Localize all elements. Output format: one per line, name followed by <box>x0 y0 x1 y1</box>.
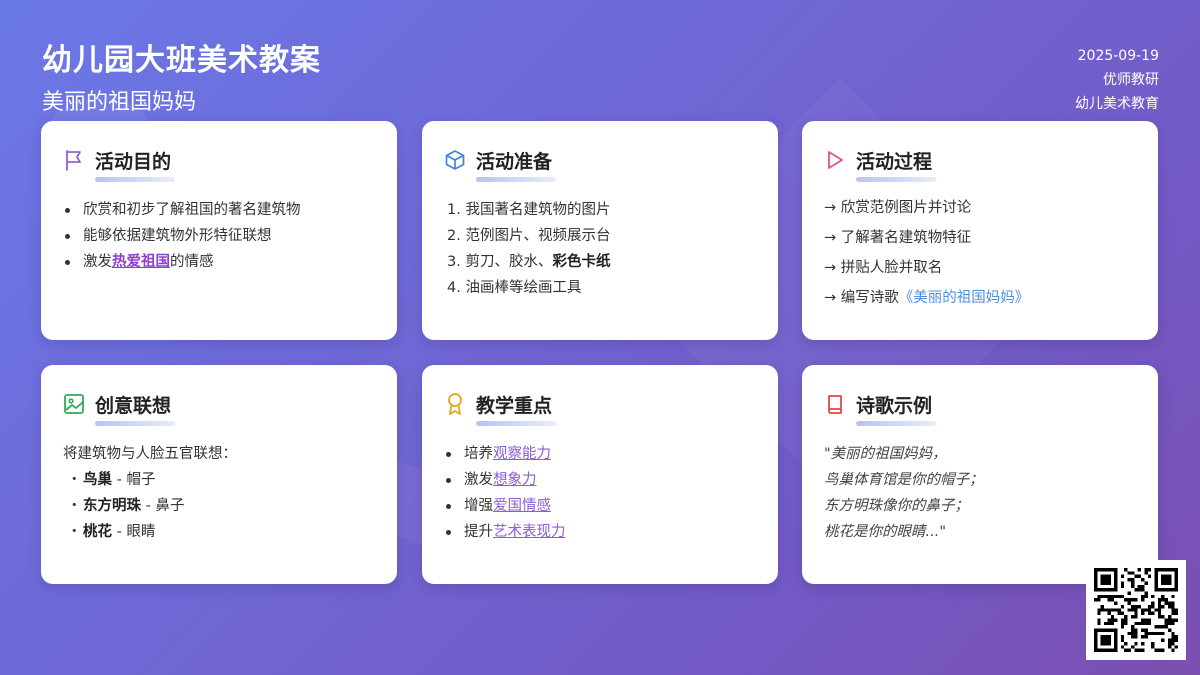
bullet: ・ <box>67 524 82 540</box>
highlight-link[interactable]: 热爱祖国 <box>112 254 170 270</box>
card-title: 活动过程 <box>856 147 937 182</box>
process-step: → 欣赏范例图片并讨论 <box>824 200 972 216</box>
play-icon <box>824 149 846 171</box>
card-process: 活动过程 → 欣赏范例图片并讨论 → 了解著名建筑物特征 → 拼贴人脸并取名 →… <box>802 121 1158 340</box>
feature-name: - 鼻子 <box>141 498 185 514</box>
text-prefix: 培养 <box>464 446 493 462</box>
highlight-link[interactable]: 艺术表现力 <box>493 524 566 540</box>
bullet: ・ <box>67 472 82 488</box>
card-focus: 教学重点 培养观察能力 激发想象力 增强爱国情感 提升艺术表现力 <box>422 365 778 584</box>
card-title: 创意联想 <box>95 391 176 426</box>
list-item: 能够依据建筑物外形特征联想 <box>63 223 375 249</box>
list-item: 2. 范例图片、视频展示台 <box>447 228 611 244</box>
card-prep: 活动准备 1. 我国著名建筑物的图片 2. 范例图片、视频展示台 3. 剪刀、胶… <box>422 121 778 340</box>
building-name: 东方明珠 <box>83 498 141 514</box>
qr-code[interactable] <box>1086 560 1186 660</box>
prep-list: 1. 我国著名建筑物的图片 2. 范例图片、视频展示台 3. 剪刀、胶水、彩色卡… <box>444 197 756 301</box>
highlight-link[interactable]: 爱国情感 <box>493 498 551 514</box>
bold-text: 彩色卡纸 <box>552 254 611 270</box>
card-goals: 活动目的 欣赏和初步了解祖国的著名建筑物 能够依据建筑物外形特征联想 激发热爱祖… <box>41 121 397 340</box>
list-item: 激发想象力 <box>444 467 756 493</box>
poem-text: "美丽的祖国妈妈， 鸟巢体育馆是你的帽子； 东方明珠像你的鼻子； 桃花是你的眼睛… <box>824 441 1136 545</box>
header: 幼儿园大班美术教案 美丽的祖国妈妈 <box>42 42 321 118</box>
process-step: → 了解著名建筑物特征 <box>824 230 972 246</box>
text-prefix: → 编写诗歌 <box>824 290 899 306</box>
list-item: 1. 我国著名建筑物的图片 <box>447 202 611 218</box>
poem-link[interactable]: 《美丽的祖国妈妈》 <box>899 290 1030 306</box>
card-header: 教学重点 <box>444 391 756 426</box>
card-header: 创意联想 <box>63 391 375 426</box>
page-subtitle: 美丽的祖国妈妈 <box>42 90 197 115</box>
flag-icon <box>63 149 85 171</box>
card-poem: 诗歌示例 "美丽的祖国妈妈， 鸟巢体育馆是你的帽子； 东方明珠像你的鼻子； 桃花… <box>802 365 1158 584</box>
card-header: 诗歌示例 <box>824 391 1136 426</box>
list-item: 4. 油画棒等绘画工具 <box>447 280 582 296</box>
list-item: ・桃花 - 眼睛 <box>63 519 375 545</box>
poem-line: "美丽的祖国妈妈， <box>824 446 947 462</box>
book-icon <box>824 393 846 415</box>
poem-line: 鸟巢体育馆是你的帽子； <box>824 472 984 488</box>
list-item: 激发热爱祖国的情感 <box>63 249 375 275</box>
list-item: ・东方明珠 - 鼻子 <box>63 493 375 519</box>
cube-icon <box>444 149 466 171</box>
poem-line: 东方明珠像你的鼻子； <box>824 498 969 514</box>
highlight-link[interactable]: 观察能力 <box>493 446 551 462</box>
text-prefix: 激发 <box>83 254 112 270</box>
card-title: 教学重点 <box>476 391 557 426</box>
date: 2025-09-19 <box>1077 48 1159 64</box>
list-item: 欣赏和初步了解祖国的著名建筑物 <box>63 197 375 223</box>
card-header: 活动准备 <box>444 147 756 182</box>
building-name: 鸟巢 <box>83 472 112 488</box>
card-title: 活动目的 <box>95 147 176 182</box>
list-item: ・鸟巢 - 帽子 <box>63 467 375 493</box>
card-header: 活动过程 <box>824 147 1136 182</box>
feature-name: - 眼睛 <box>112 524 156 540</box>
organization: 幼儿美术教育 <box>1075 96 1159 112</box>
process-step: → 编写诗歌《美丽的祖国妈妈》 <box>824 283 1136 313</box>
text-prefix: 增强 <box>464 498 493 514</box>
ideas-intro: 将建筑物与人脸五官联想： <box>63 446 237 462</box>
list-item: 3. 剪刀、胶水、彩色卡纸 <box>444 249 756 275</box>
list-item: 增强爱国情感 <box>444 493 756 519</box>
process-step: → 拼贴人脸并取名 <box>824 260 943 276</box>
author: 优师教研 <box>1103 72 1159 88</box>
text-prefix: 提升 <box>464 524 493 540</box>
qr-code-image <box>1094 568 1178 652</box>
card-ideas: 创意联想 将建筑物与人脸五官联想： ・鸟巢 - 帽子 ・东方明珠 - 鼻子 ・桃… <box>41 365 397 584</box>
text-prefix: 3. 剪刀、胶水、 <box>447 254 553 270</box>
goals-list: 欣赏和初步了解祖国的著名建筑物 能够依据建筑物外形特征联想 激发热爱祖国的情感 <box>63 197 375 275</box>
building-name: 桃花 <box>83 524 112 540</box>
award-icon <box>444 393 466 415</box>
list-item: 培养观察能力 <box>444 441 756 467</box>
meta-info: 2025-09-19 优师教研 幼儿美术教育 <box>1075 44 1159 116</box>
poem-line: 桃花是你的眼睛..." <box>824 524 946 540</box>
image-icon <box>63 393 85 415</box>
text-prefix: 激发 <box>464 472 493 488</box>
bullet: ・ <box>67 498 82 514</box>
process-steps: → 欣赏范例图片并讨论 → 了解著名建筑物特征 → 拼贴人脸并取名 → 编写诗歌… <box>824 193 1136 313</box>
feature-name: - 帽子 <box>112 472 156 488</box>
page-title: 幼儿园大班美术教案 <box>42 43 321 78</box>
list-item: 提升艺术表现力 <box>444 519 756 545</box>
text-suffix: 的情感 <box>170 254 214 270</box>
focus-list: 培养观察能力 激发想象力 增强爱国情感 提升艺术表现力 <box>444 441 756 545</box>
card-title: 诗歌示例 <box>856 391 937 426</box>
card-header: 活动目的 <box>63 147 375 182</box>
highlight-link[interactable]: 想象力 <box>493 472 537 488</box>
card-title: 活动准备 <box>476 147 557 182</box>
